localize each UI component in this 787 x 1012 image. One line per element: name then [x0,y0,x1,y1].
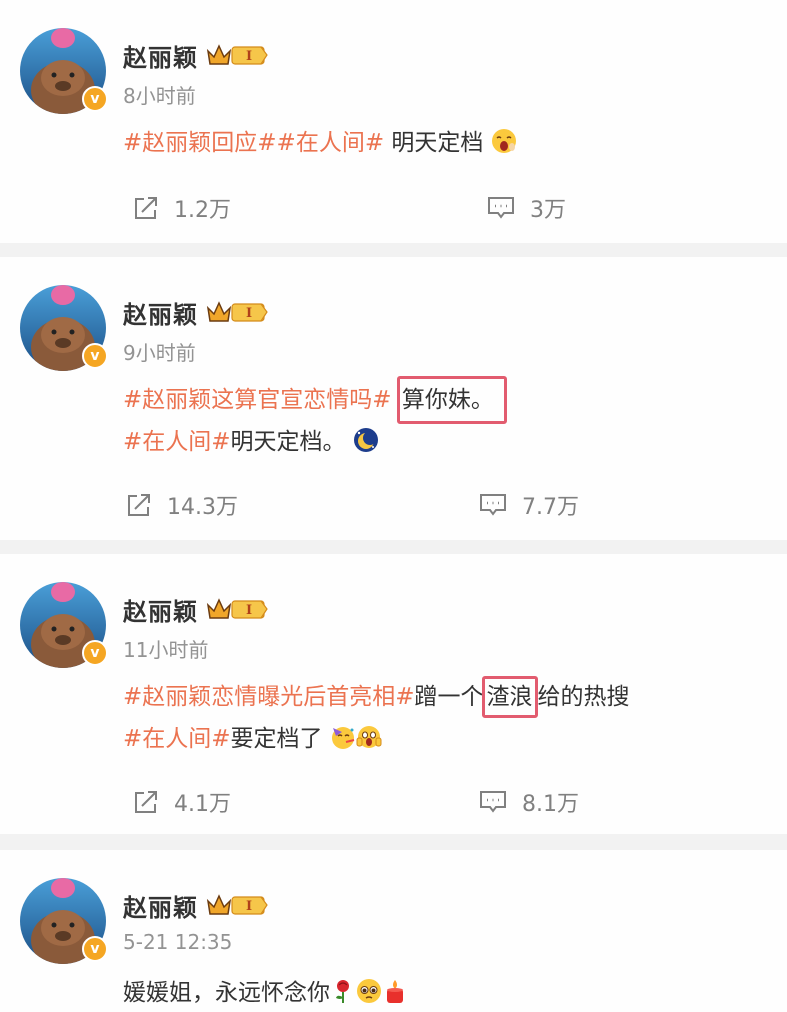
share-button[interactable]: 1.2万 [132,188,231,228]
comment-icon [480,494,506,516]
highlighted-text: 算你妹。 [396,376,507,424]
post-time: 9小时前 [123,341,196,365]
post-text: #赵丽颖回应##在人间# 明天定档 [123,122,517,164]
user-name[interactable]: 赵丽颖 [123,888,198,923]
user-header: 赵丽颖 I [123,295,268,329]
screaming-face-icon [356,726,382,748]
candle-icon [387,980,403,1003]
share-count: 14.3万 [167,495,238,520]
verified-badge-icon: v [82,86,108,112]
post-text-content: 给的热搜 [537,684,630,710]
post-line: #在人间#要定档了 [123,718,630,760]
topic-link[interactable]: #赵丽颖回应##在人间# [123,130,384,156]
user-header: 赵丽颖 I [123,888,268,922]
moon-face-icon [353,428,378,452]
post-text-content: 要定档了 [230,726,323,752]
vip-crown-badge-icon[interactable]: I [206,299,268,325]
svg-text:I: I [246,306,252,321]
verified-badge-icon: v [82,640,108,666]
comment-button[interactable]: 7.7万 [478,485,579,525]
user-header: 赵丽颖 I [123,592,268,626]
post-card: v 赵丽颖 I 8小时前 #赵丽颖回应##在人间# 明天定档 1.2万 3万 [0,0,787,243]
post-time: 11小时前 [123,638,209,662]
post-actions: 1.2万 3万 [0,188,787,228]
share-button[interactable]: 4.1万 [132,782,231,822]
vip-crown-badge-icon[interactable]: I [206,596,268,622]
post-card: v 赵丽颖 I 9小时前 #赵丽颖这算官宣恋情吗# 算你妹。 #在人间#明天定档… [0,257,787,540]
share-count: 1.2万 [174,198,231,223]
post-text: 媛媛姐，永远怀念你 [123,972,408,1012]
svg-text:I: I [246,603,252,618]
vip-crown-badge-icon[interactable]: I [206,892,268,918]
user-name[interactable]: 赵丽颖 [123,38,198,73]
comment-count: 8.1万 [522,792,579,817]
comment-count: 7.7万 [522,495,579,520]
comment-button[interactable]: 3万 [486,188,566,228]
post-actions: 4.1万 8.1万 [0,782,787,822]
share-icon [135,791,157,813]
share-button[interactable]: 14.3万 [125,485,238,525]
avatar[interactable]: v [20,582,108,668]
post-text: #赵丽颖恋情曝光后首亮相#蹭一个 渣浪 给的热搜 #在人间#要定档了 [123,676,630,760]
post-time: 5-21 12:35 [123,930,233,954]
avatar[interactable]: v [20,28,108,114]
post-line: #赵丽颖恋情曝光后首亮相#蹭一个 渣浪 给的热搜 [123,676,630,718]
user-name[interactable]: 赵丽颖 [123,592,198,627]
share-icon [128,494,150,516]
post-text-content: 媛媛姐，永远怀念你 [123,980,330,1006]
yawning-face-icon [491,129,516,153]
weibo-feed: v 赵丽颖 I 8小时前 #赵丽颖回应##在人间# 明天定档 1.2万 3万 v… [0,0,787,1012]
post-text: #赵丽颖这算官宣恋情吗# 算你妹。 #在人间#明天定档。 [123,376,507,463]
comment-count: 3万 [530,198,566,223]
topic-link[interactable]: #在人间# [123,726,231,752]
post-actions: 14.3万 7.7万 [0,485,787,525]
topic-link[interactable]: #赵丽颖恋情曝光后首亮相# [123,684,415,710]
verified-badge-icon: v [82,936,108,962]
post-card: v 赵丽颖 I 11小时前 #赵丽颖恋情曝光后首亮相#蹭一个 渣浪 给的热搜 #在人… [0,554,787,834]
svg-text:I: I [246,49,252,64]
comment-icon [480,791,506,813]
vip-crown-badge-icon[interactable]: I [206,42,268,68]
pleading-face-icon [357,979,381,1003]
verified-badge-icon: v [82,343,108,369]
post-text-content: 明天定档。 [230,429,346,455]
post-card: v 赵丽颖 I 5-21 12:35 媛媛姐，永远怀念你 [0,850,787,1012]
user-header: 赵丽颖 I [123,38,268,72]
post-text-content: 明天定档 [384,130,484,156]
share-icon [135,197,157,219]
post-line: #在人间#明天定档。 [123,421,507,463]
comment-button[interactable]: 8.1万 [478,782,579,822]
user-name[interactable]: 赵丽颖 [123,295,198,330]
share-count: 4.1万 [174,792,231,817]
svg-text:I: I [246,899,252,914]
avatar[interactable]: v [20,878,108,964]
topic-link[interactable]: #赵丽颖这算官宣恋情吗# [123,387,392,413]
rose-icon [336,980,349,1003]
avatar[interactable]: v [20,285,108,371]
post-line: #赵丽颖这算官宣恋情吗# 算你妹。 [123,376,507,424]
highlighted-text: 渣浪 [481,676,538,718]
post-time: 8小时前 [123,84,196,108]
post-text-content: 蹭一个 [414,684,484,710]
party-face-icon [331,727,355,749]
topic-link[interactable]: #在人间# [123,429,231,455]
comment-icon [488,197,514,219]
